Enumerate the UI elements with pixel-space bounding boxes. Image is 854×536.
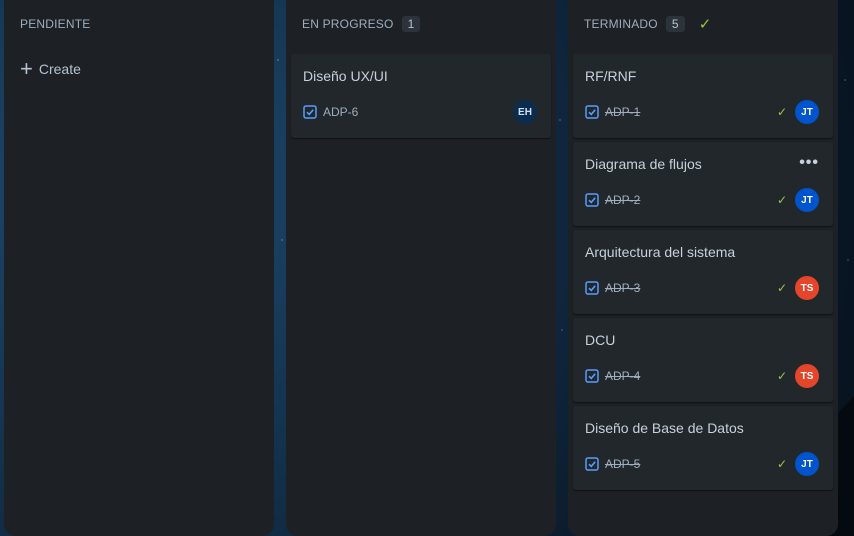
column-header: EN PROGRESO 1 [286, 0, 556, 48]
task-checkbox-icon [585, 105, 599, 119]
resolved-check-icon: ✓ [776, 105, 787, 119]
issue-key-text: ADP-4 [605, 369, 641, 383]
avatar-initials: TS [800, 370, 814, 382]
issue-key-text: ADP-1 [605, 105, 641, 119]
resolved-check-icon: ✓ [776, 369, 787, 383]
issue-card[interactable]: Diseño de Base de Datos ADP-5 ✓ JT [573, 406, 833, 490]
resolved-check-icon: ✓ [776, 281, 787, 295]
column-en-progreso: EN PROGRESO 1 Diseño UX/UI ADP-6 EH [286, 0, 556, 536]
column-title: EN PROGRESO [302, 17, 394, 31]
assignee-avatar[interactable]: EH [513, 100, 537, 124]
assignee-avatar[interactable]: JT [795, 452, 819, 476]
issue-card[interactable]: Arquitectura del sistema ADP-3 ✓ TS [573, 230, 833, 314]
assignee-avatar[interactable]: TS [795, 276, 819, 300]
more-actions-icon[interactable]: ••• [799, 154, 819, 172]
card-title: Arquitectura del sistema [585, 244, 736, 260]
task-checkbox-icon [585, 281, 599, 295]
assignee-avatar[interactable]: JT [795, 100, 819, 124]
create-button[interactable]: + Create [4, 58, 274, 80]
issue-key-text: ADP-5 [605, 457, 641, 471]
check-icon: ✓ [698, 15, 712, 33]
issue-card[interactable]: DCU ADP-4 ✓ TS [573, 318, 833, 402]
issue-key-text: ADP-3 [605, 281, 641, 295]
avatar-initials: JT [801, 194, 813, 206]
task-checkbox-icon [303, 105, 317, 119]
avatar-initials: JT [801, 458, 813, 470]
card-title: Diseño UX/UI [303, 68, 388, 84]
card-title: Diseño de Base de Datos [585, 420, 744, 436]
column-header: TERMINADO 5 ✓ [568, 0, 838, 48]
task-checkbox-icon [585, 193, 599, 207]
issue-key[interactable]: ADP-3 [585, 281, 640, 295]
issue-key-text: ADP-6 [323, 105, 359, 119]
task-checkbox-icon [585, 369, 599, 383]
column-terminado: TERMINADO 5 ✓ RF/RNF ADP-1 ✓ JT Diagrama… [568, 0, 838, 536]
card-title: RF/RNF [585, 68, 637, 84]
resolved-check-icon: ✓ [776, 457, 787, 471]
resolved-check-icon: ✓ [776, 193, 787, 207]
avatar-initials: EH [518, 106, 532, 118]
issue-card[interactable]: Diseño UX/UI ADP-6 EH [291, 54, 551, 138]
issue-key[interactable]: ADP-1 [585, 105, 640, 119]
issue-card[interactable]: Diagrama de flujos ••• ADP-2 ✓ JT [573, 142, 833, 226]
assignee-avatar[interactable]: TS [795, 364, 819, 388]
card-title: Diagrama de flujos [585, 156, 702, 172]
issue-card[interactable]: RF/RNF ADP-1 ✓ JT [573, 54, 833, 138]
issue-count-badge: 1 [401, 16, 421, 32]
column-header: PENDIENTE [4, 0, 274, 48]
column-pendiente: PENDIENTE + Create [4, 0, 274, 536]
avatar-initials: TS [800, 282, 814, 294]
create-label: Create [38, 61, 81, 77]
issue-key[interactable]: ADP-6 [303, 105, 358, 119]
column-title: PENDIENTE [20, 17, 91, 31]
card-title: DCU [585, 332, 616, 348]
avatar-initials: JT [801, 106, 813, 118]
issue-key[interactable]: ADP-2 [585, 193, 640, 207]
issue-key[interactable]: ADP-5 [585, 457, 640, 471]
issue-key-text: ADP-2 [605, 193, 641, 207]
column-title: TERMINADO [584, 17, 658, 31]
assignee-avatar[interactable]: JT [795, 188, 819, 212]
issue-count-badge: 5 [665, 16, 685, 32]
plus-icon: + [20, 56, 33, 81]
task-checkbox-icon [585, 457, 599, 471]
issue-key[interactable]: ADP-4 [585, 369, 640, 383]
